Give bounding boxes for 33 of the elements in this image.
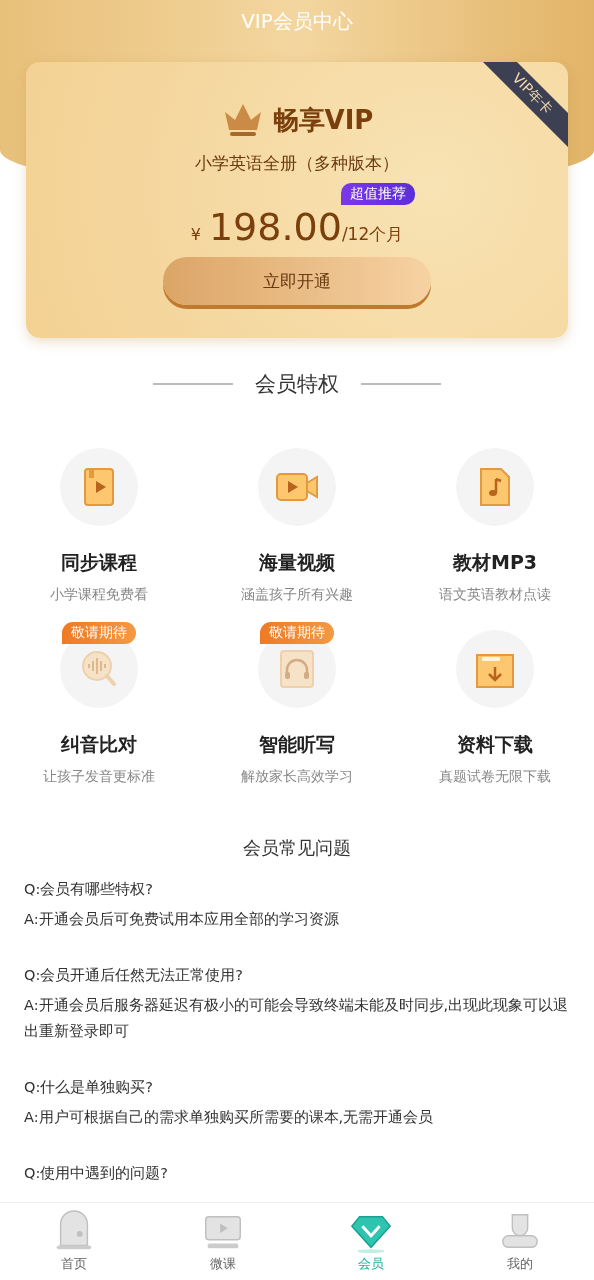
recommend-badge: 超值推荐 <box>340 183 415 205</box>
currency-symbol: ¥ <box>190 225 201 244</box>
section-title: 会员特权 <box>255 371 339 398</box>
page-title: VIP会员中心 <box>241 8 353 35</box>
tab-item[interactable]: 我的 <box>445 1203 594 1280</box>
feature-title: 纠音比对 <box>61 732 137 757</box>
faq-question: Q:会员有哪些特权? <box>24 880 154 899</box>
feature-description: 解放家长高效学习 <box>241 768 353 786</box>
price: 198.00 <box>208 205 342 249</box>
faq-question: Q:使用中遇到的问题? <box>24 1164 169 1183</box>
feature-description: 涵盖孩子所有兴趣 <box>241 586 353 604</box>
feature-title: 同步课程 <box>61 550 137 575</box>
faq-question: Q:什么是单独购买? <box>24 1078 154 1097</box>
coming-soon-badge: 敬请期待 <box>260 622 334 644</box>
feature-description: 让孩子发音更标准 <box>43 768 155 786</box>
faq-title: 会员常见问题 <box>242 836 352 860</box>
feature-description: 真题试卷无限下载 <box>439 768 551 786</box>
price-period: /12个月 <box>341 224 404 246</box>
feature-title: 资料下载 <box>457 732 533 757</box>
card-title: 畅享VIP <box>272 103 374 137</box>
faq-answer: A:开通会员后服务器延迟有极小的可能会导致终端未能及时同步,出现此现象可以退出重新登录即可 <box>24 996 570 1041</box>
card-subtitle: 小学英语全册（多种版本） <box>195 152 399 175</box>
faq-question: Q:会员开通后任然无法正常使用? <box>24 966 244 985</box>
tab-item[interactable]: 首页 <box>0 1203 149 1280</box>
faq-answer: A:开通会员后可免费试用本应用全部的学习资源 <box>24 910 340 929</box>
feature-title: 教材MP3 <box>452 550 538 575</box>
tab-item[interactable]: 微课 <box>148 1203 297 1280</box>
coming-soon-badge: 敬请期待 <box>62 622 136 644</box>
feature-description: 小学课程免费看 <box>50 586 148 604</box>
feature-description: 语文英语教材点读 <box>439 586 551 604</box>
feature-title: 海量视频 <box>259 550 335 575</box>
feature-title: 智能听写 <box>259 732 335 757</box>
faq-answer: A:用户可根据自己的需求单独购买所需要的课本,无需开通会员 <box>24 1108 435 1127</box>
